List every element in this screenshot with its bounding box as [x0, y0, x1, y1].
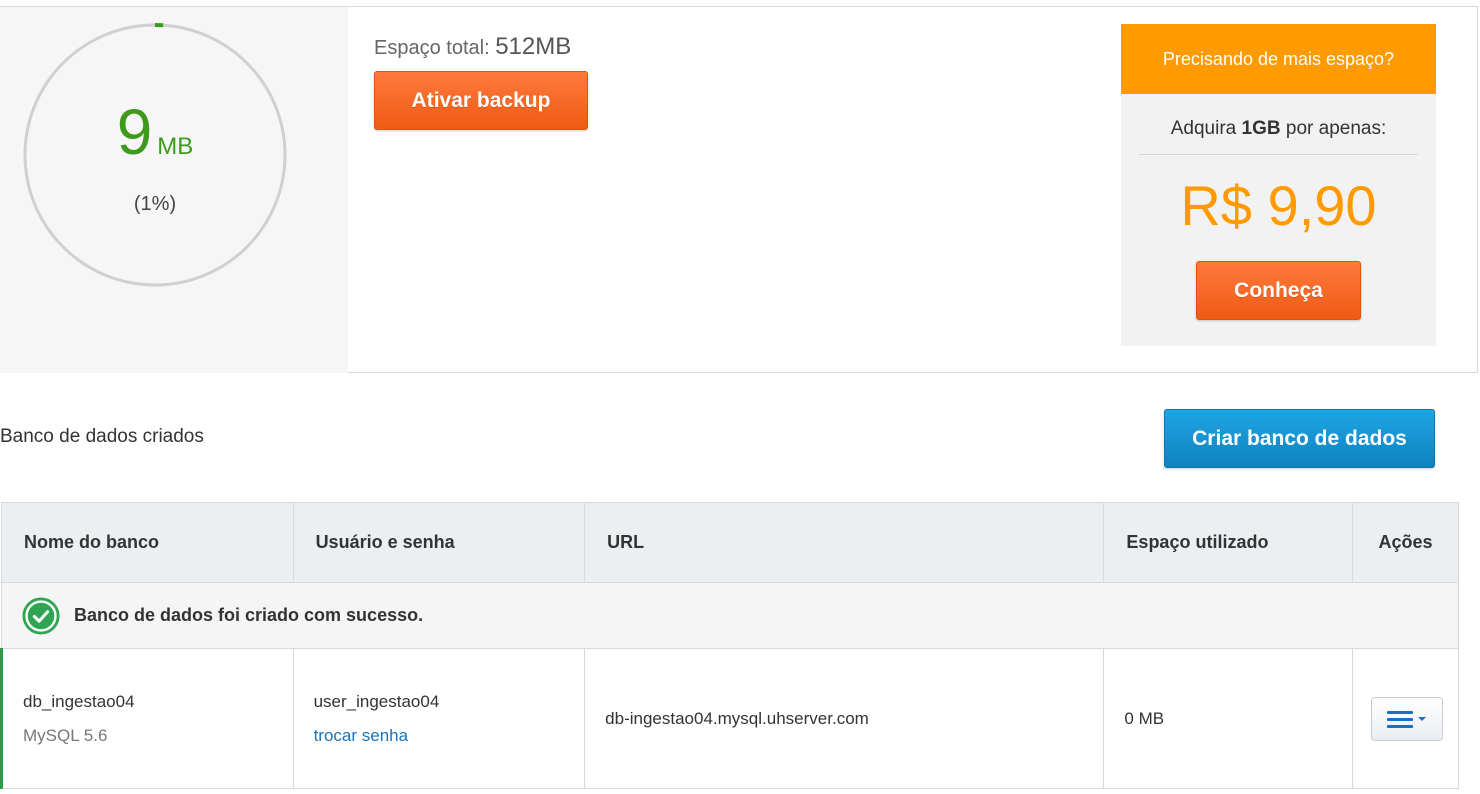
- storage-panel: 9 MB (1%) Espaço total: 512MB Ativar back…: [0, 6, 1478, 373]
- cell-space-used: 0 MB: [1103, 648, 1354, 789]
- create-database-button[interactable]: Criar banco de dados: [1164, 409, 1435, 468]
- header-actions: Ações: [1352, 502, 1459, 583]
- db-user: user_ingestao04: [313, 691, 440, 711]
- promo-box: Precisando de mais espaço? Adquira 1GB p…: [1121, 24, 1436, 346]
- promo-offer-post: por apenas:: [1285, 118, 1387, 139]
- space-total-label: Espaço total:: [374, 37, 490, 59]
- header-user-password: Usuário e senha: [292, 502, 586, 583]
- promo-offer: Adquira 1GB por apenas:: [1139, 94, 1418, 155]
- promo-offer-size: 1GB: [1241, 118, 1281, 139]
- caret-down-icon: [1418, 716, 1427, 721]
- cell-db-name: db_ingestao04 MySQL 5.6: [0, 648, 294, 789]
- promo-header: Precisando de mais espaço?: [1121, 24, 1436, 94]
- header-space-used: Espaço utilizado: [1103, 502, 1354, 583]
- conheca-button[interactable]: Conheça: [1196, 261, 1361, 320]
- success-message-cell: Banco de dados foi criado com sucesso.: [1, 582, 1459, 649]
- usage-percent: (1%): [133, 193, 177, 215]
- success-check-icon: [22, 596, 60, 635]
- cell-user: user_ingestao04 trocar senha: [292, 648, 586, 789]
- header-db-name: Nome do banco: [1, 502, 294, 583]
- table-header-row: Nome do banco Usuário e senha URL Espaço…: [1, 502, 1459, 583]
- cell-actions: [1352, 648, 1459, 789]
- db-name: db_ingestao04: [23, 691, 135, 711]
- space-total: Espaço total: 512MB: [374, 33, 571, 61]
- section-title: Banco de dados criados: [0, 426, 204, 447]
- change-password-link[interactable]: trocar senha: [314, 726, 565, 746]
- databases-table: Nome do banco Usuário e senha URL Espaço…: [0, 502, 1459, 789]
- usage-unit: MB: [157, 133, 194, 160]
- activate-backup-button[interactable]: Ativar backup: [374, 71, 588, 130]
- success-message: Banco de dados foi criado com sucesso.: [74, 605, 424, 625]
- usage-gauge-area: 9 MB (1%): [0, 7, 348, 373]
- space-total-value: 512MB: [495, 33, 572, 60]
- db-version: MySQL 5.6: [23, 725, 108, 745]
- promo-offer-pre: Adquira: [1170, 118, 1237, 139]
- promo-price: R$ 9,90: [1180, 174, 1377, 237]
- actions-menu-button[interactable]: [1371, 696, 1444, 741]
- usage-number: 9: [116, 96, 153, 168]
- success-message-row: Banco de dados foi criado com sucesso.: [1, 582, 1459, 649]
- table-row: db_ingestao04 MySQL 5.6 user_ingestao04 …: [0, 648, 1459, 789]
- menu-icon: [1387, 710, 1414, 728]
- header-url: URL: [584, 502, 1105, 583]
- cell-url: db-ingestao04.mysql.uhserver.com: [584, 648, 1105, 789]
- usage-value: 9 MB: [0, 95, 310, 169]
